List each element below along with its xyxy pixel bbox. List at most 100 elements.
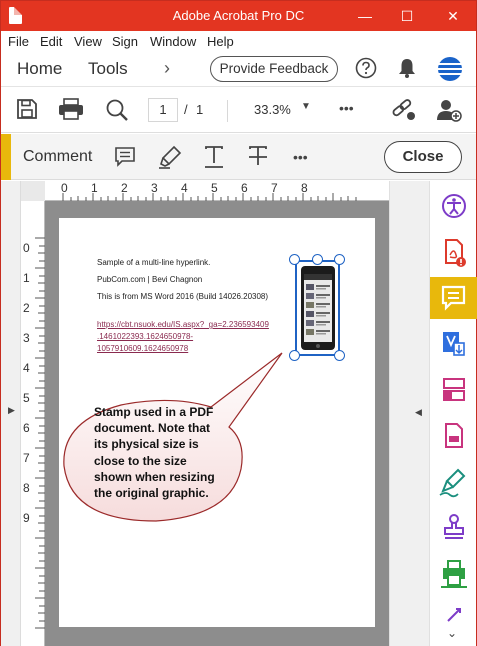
menu-sign[interactable]: Sign — [112, 34, 138, 49]
right-panel-gutter: ◀ — [389, 181, 429, 646]
add-user-icon[interactable] — [436, 98, 462, 122]
sticky-note-icon[interactable] — [114, 146, 136, 168]
zoom-level[interactable]: 33.3% — [254, 102, 291, 117]
stamp-selection[interactable] — [295, 260, 340, 356]
account-globe-icon[interactable] — [437, 56, 463, 82]
menu-window[interactable]: Window — [150, 34, 196, 49]
menu-bar: File Edit View Sign Window Help — [1, 31, 476, 52]
ruler-h-7: 7 — [271, 181, 278, 195]
share-link-icon[interactable] — [391, 98, 417, 122]
ruler-h-2: 2 — [121, 181, 128, 195]
ruler-h-6: 6 — [241, 181, 248, 195]
export-pdf-icon — [443, 332, 465, 356]
ruler-h-8: 8 — [301, 181, 308, 195]
ruler-v-5: 5 — [23, 391, 30, 405]
ruler-h-5: 5 — [211, 181, 218, 195]
accessibility-icon — [442, 194, 466, 218]
toolbar-divider — [227, 100, 228, 122]
stamp-icon — [444, 514, 464, 539]
menu-file[interactable]: File — [8, 34, 29, 49]
zoom-search-icon[interactable] — [105, 98, 129, 122]
fill-sign-tool[interactable] — [430, 461, 477, 503]
comment-tool-label: Comment — [23, 148, 93, 165]
document-tab-chevron[interactable]: › — [164, 58, 170, 79]
horizontal-ruler: 0 1 2 3 4 5 6 7 8 — [45, 181, 389, 201]
close-comment-button[interactable]: Close — [384, 141, 462, 173]
collapse-right-panel-icon[interactable]: ◀ — [415, 407, 422, 418]
resize-handle-bottom-right[interactable] — [334, 350, 345, 361]
current-page-input[interactable]: 1 — [148, 98, 178, 122]
title-bar: Adobe Acrobat Pro DC — ☐ ✕ — [1, 1, 476, 31]
doc-line-1: Sample of a multi-line hyperlink. — [97, 258, 211, 267]
doc-hyperlink-line-1[interactable]: https://cbt.nsuok.edu/IS.aspx?_ga=2.2365… — [97, 320, 269, 329]
provide-feedback-button[interactable]: Provide Feedback — [210, 56, 338, 82]
doc-hyperlink-line-2[interactable]: .1461022393.1624650978- — [97, 332, 193, 341]
fill-sign-pen-icon — [439, 468, 466, 498]
total-pages: 1 — [196, 102, 204, 117]
send-tool-icon — [447, 608, 461, 622]
strikethrough-text-icon[interactable] — [247, 145, 269, 169]
resize-handle-top-right[interactable] — [334, 254, 345, 265]
comment-tool-active[interactable] — [430, 277, 477, 319]
more-tools-partial[interactable] — [430, 599, 477, 629]
print-production-icon — [441, 560, 467, 588]
comment-accent-strip — [1, 134, 11, 180]
ruler-h-3: 3 — [151, 181, 158, 195]
phone-screen-graphic — [304, 274, 332, 348]
comment-icon — [441, 285, 466, 311]
notifications-bell-icon[interactable] — [397, 57, 417, 79]
ruler-v-4: 4 — [23, 361, 30, 375]
right-tools-panel: ⌄ — [429, 181, 477, 646]
close-window-button[interactable]: ✕ — [431, 1, 475, 31]
ruler-v-7: 7 — [23, 451, 30, 465]
nav-bar: Home Tools › Provide Feedback — [1, 52, 476, 87]
ruler-v-2: 2 — [23, 301, 30, 315]
scroll-down-chevron-icon[interactable]: ⌄ — [447, 626, 457, 640]
expand-left-panel-icon[interactable]: ▶ — [8, 405, 15, 416]
print-production-tool[interactable] — [430, 553, 477, 595]
ruler-v-0: 0 — [23, 241, 30, 255]
edit-pdf-tool[interactable] — [430, 415, 477, 457]
accessibility-tool[interactable] — [430, 185, 477, 227]
underline-text-icon[interactable] — [203, 145, 225, 169]
acrobat-window: Adobe Acrobat Pro DC — ☐ ✕ File Edit Vie… — [0, 0, 477, 646]
create-pdf-icon — [445, 239, 466, 267]
organize-pages-icon — [443, 378, 465, 401]
help-icon[interactable] — [355, 57, 377, 79]
home-tab[interactable]: Home — [17, 59, 62, 79]
zoom-dropdown-icon[interactable]: ▼ — [301, 101, 311, 112]
ruler-h-4: 4 — [181, 181, 188, 195]
edit-pdf-icon — [445, 423, 463, 448]
print-icon[interactable] — [58, 98, 84, 120]
minimize-button[interactable]: — — [343, 1, 387, 31]
toolbar-more-icon[interactable]: ••• — [339, 100, 354, 116]
ruler-h-0: 0 — [61, 181, 68, 195]
main-toolbar: 1 / 1 33.3% ▼ ••• — [1, 88, 476, 133]
save-icon[interactable] — [16, 98, 38, 120]
highlight-pen-icon[interactable] — [158, 145, 182, 169]
vertical-ruler: 0 1 2 3 4 5 6 7 8 9 — [21, 201, 45, 646]
maximize-button[interactable]: ☐ — [385, 1, 429, 31]
callout-text: Stamp used in a PDF document. Note that … — [94, 405, 215, 501]
doc-line-3: This is from MS Word 2016 (Build 14026.2… — [97, 292, 269, 301]
menu-view[interactable]: View — [74, 34, 102, 49]
menu-edit[interactable]: Edit — [40, 34, 62, 49]
menu-help[interactable]: Help — [207, 34, 234, 49]
comment-more-icon[interactable]: ••• — [293, 149, 308, 165]
ruler-v-9: 9 — [23, 511, 30, 525]
create-pdf-tool[interactable] — [430, 231, 477, 273]
tools-tab[interactable]: Tools — [88, 59, 128, 79]
ruler-h-1: 1 — [91, 181, 98, 195]
stamp-tool[interactable] — [430, 507, 477, 549]
resize-handle-top[interactable] — [312, 254, 323, 265]
doc-line-2: PubCom.com | Bevi Chagnon — [97, 275, 203, 284]
export-pdf-tool[interactable] — [430, 323, 477, 365]
organize-pages-tool[interactable] — [430, 369, 477, 411]
ruler-v-1: 1 — [23, 271, 30, 285]
page-separator: / — [184, 102, 188, 117]
ruler-v-6: 6 — [23, 421, 30, 435]
ruler-v-8: 8 — [23, 481, 30, 495]
phone-stamp-image[interactable] — [301, 266, 335, 350]
resize-handle-top-left[interactable] — [289, 254, 300, 265]
comment-toolbar: Comment ••• Close — [1, 134, 476, 180]
